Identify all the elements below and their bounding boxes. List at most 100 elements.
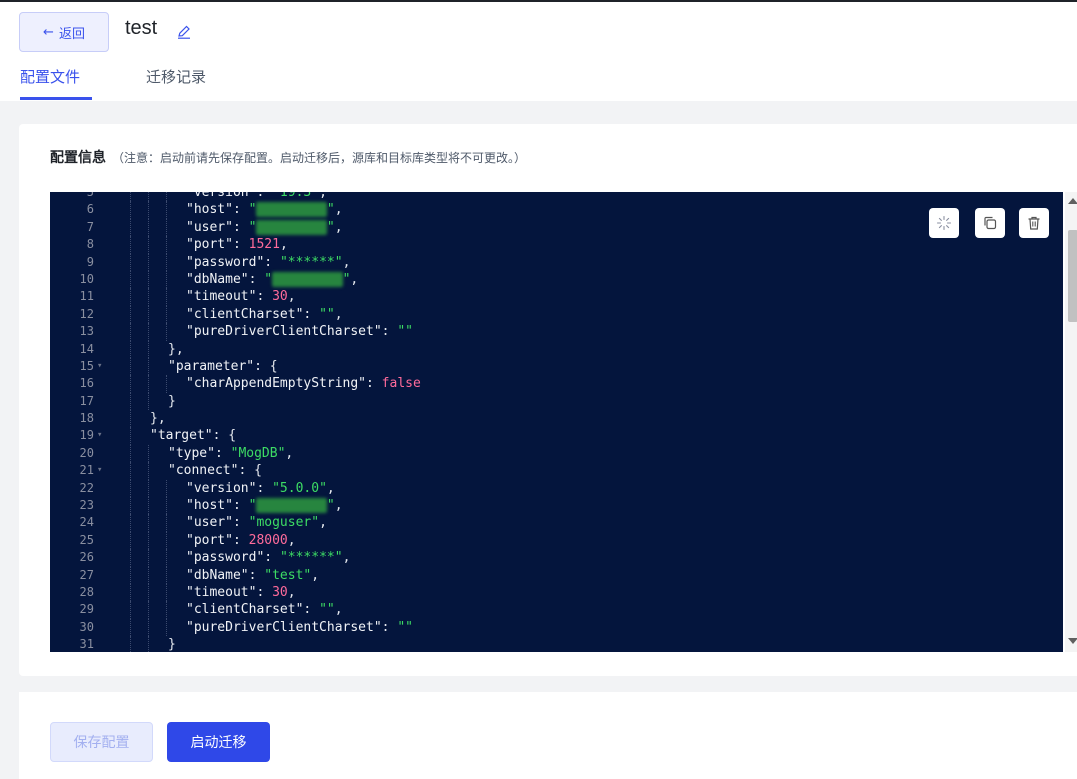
indent-guide — [166, 618, 167, 637]
indent-guide — [130, 375, 131, 393]
indent-guide — [148, 201, 149, 219]
code-line: 13 "pureDriverClientCharset": "" — [50, 323, 1050, 341]
indent-guide — [130, 514, 131, 532]
indent-guide — [130, 601, 131, 619]
scroll-down-arrow-icon[interactable] — [1068, 638, 1077, 644]
indent-guide — [148, 514, 149, 532]
line-number: 26 — [79, 550, 94, 565]
line-number: 7 — [86, 219, 94, 234]
indent-guide — [166, 583, 167, 602]
indent-guide — [148, 479, 149, 498]
fold-arrow-icon[interactable]: ▾ — [97, 427, 102, 444]
indent-guide — [148, 497, 149, 515]
indent-guide — [166, 531, 167, 550]
indent-guide — [130, 357, 131, 376]
line-number: 31 — [79, 637, 94, 652]
code-text: "timeout": 30, — [186, 289, 296, 305]
json-code-editor[interactable]: 5 "version": "19.3", 6 "host": "xxxxxxxxx",… — [50, 192, 1063, 652]
code-text: "clientCharset": "", — [186, 306, 343, 322]
code-line: 27 "dbName": "test", — [50, 566, 1050, 584]
line-number: 16 — [79, 376, 94, 391]
indent-guide — [148, 462, 149, 480]
code-text: "pureDriverClientCharset": "" — [186, 619, 413, 635]
indent-guide — [166, 323, 167, 341]
indent-guide — [166, 270, 167, 289]
fold-arrow-icon[interactable]: ▾ — [97, 358, 102, 375]
copy-icon[interactable] — [975, 208, 1005, 238]
line-number: 17 — [79, 393, 94, 408]
code-line: 20 "type": "MogDB", — [50, 444, 1050, 463]
line-number: 20 — [79, 445, 94, 460]
save-config-button[interactable]: 保存配置 — [50, 722, 153, 762]
indent-guide — [130, 462, 131, 480]
delete-icon[interactable] — [1019, 208, 1049, 238]
editor-scrollbar[interactable] — [1065, 192, 1077, 652]
code-lines: 5 "version": "19.3", 6 "host": "xxxxxxxxx",… — [50, 192, 1050, 652]
indent-guide — [148, 305, 149, 324]
indent-guide — [166, 601, 167, 619]
page-header: ← 返回 test 配置文件 迁移记录 — [0, 0, 1077, 101]
format-icon[interactable] — [929, 208, 959, 238]
indent-guide — [148, 253, 149, 271]
indent-guide — [166, 288, 167, 306]
code-line: 18}, — [50, 410, 1050, 428]
line-number: 19 — [79, 428, 94, 443]
indent-guide — [148, 375, 149, 393]
indent-guide — [148, 340, 149, 358]
scroll-up-arrow-icon[interactable] — [1068, 198, 1077, 204]
code-text: "pureDriverClientCharset": "" — [186, 324, 413, 340]
line-number: 21 — [79, 463, 94, 478]
indent-guide — [166, 236, 167, 254]
code-text: "host": "xxxxxxxxx", — [186, 202, 343, 218]
indent-guide — [130, 479, 131, 498]
start-migration-button[interactable]: 启动迁移 — [167, 722, 270, 762]
code-line: 10 "dbName": "xxxxxxxxx", — [50, 270, 1050, 289]
scroll-thumb[interactable] — [1068, 230, 1077, 322]
indent-guide — [130, 201, 131, 219]
edit-icon[interactable] — [176, 24, 192, 40]
indent-guide — [148, 357, 149, 376]
indent-guide — [130, 531, 131, 550]
code-line: 11 "timeout": 30, — [50, 288, 1050, 306]
tab-config-file[interactable]: 配置文件 — [20, 66, 80, 87]
indent-guide — [148, 549, 149, 567]
code-line: 22 "version": "5.0.0", — [50, 479, 1050, 498]
indent-guide — [130, 566, 131, 584]
code-text: "user": "xxxxxxxxx", — [186, 219, 343, 235]
code-text: "dbName": "test", — [186, 567, 320, 583]
code-line: 17} — [50, 392, 1050, 411]
fold-arrow-icon[interactable]: ▾ — [97, 462, 102, 479]
code-line: 19 ▾ "target": { — [50, 427, 1050, 445]
indent-guide — [130, 253, 131, 271]
indent-guide — [148, 236, 149, 254]
indent-guide — [130, 549, 131, 567]
indent-guide — [148, 636, 149, 652]
line-number: 23 — [79, 498, 94, 513]
code-text: "port": 1521, — [186, 237, 288, 253]
code-line: 23 "host": "xxxxxxxxx", — [50, 497, 1050, 515]
indent-guide — [130, 392, 131, 411]
back-button[interactable]: ← 返回 — [19, 12, 109, 52]
indent-guide — [148, 566, 149, 584]
arrow-left-icon: ← — [43, 24, 54, 40]
code-text: "connect": { — [168, 463, 262, 479]
indent-guide — [148, 288, 149, 306]
code-text: "port": 28000, — [186, 532, 296, 548]
config-title: 配置信息 — [50, 150, 106, 166]
indent-guide — [130, 427, 131, 445]
code-line: 31} — [50, 636, 1050, 652]
indent-guide — [166, 201, 167, 219]
code-text: "target": { — [150, 428, 237, 444]
indent-guide — [166, 192, 167, 202]
config-card: 配置信息 （注意：启动前请先保存配置。启动迁移后，源库和目标库类型将不可更改。） … — [19, 124, 1077, 676]
line-number: 6 — [86, 202, 94, 217]
code-text: "version": "19.3", — [186, 192, 327, 200]
config-note: （注意：启动前请先保存配置。启动迁移后，源库和目标库类型将不可更改。） — [112, 151, 527, 165]
code-text: "version": "5.0.0", — [186, 480, 335, 496]
code-line: 5 "version": "19.3", — [50, 192, 1050, 202]
tab-migration-history[interactable]: 迁移记录 — [146, 66, 206, 87]
indent-guide — [148, 218, 149, 237]
indent-guide — [130, 305, 131, 324]
indent-guide — [166, 497, 167, 515]
line-number: 8 — [86, 237, 94, 252]
